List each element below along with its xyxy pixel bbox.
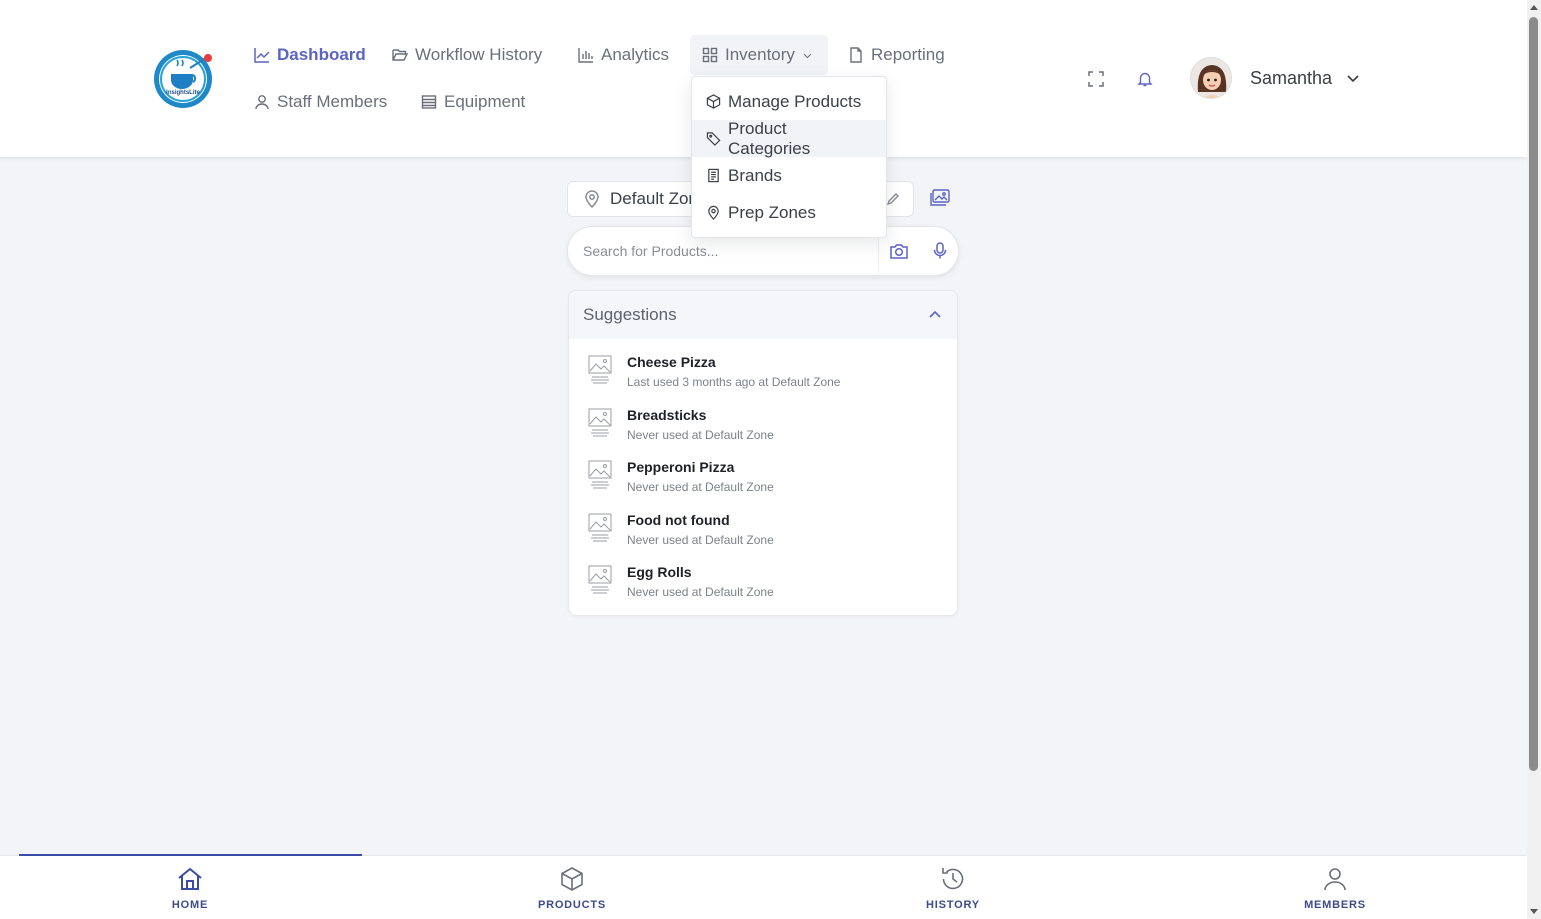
- microphone-icon[interactable]: [932, 241, 948, 261]
- bar-chart-icon: [578, 48, 593, 63]
- nav-staff-members[interactable]: Staff Members: [242, 82, 399, 122]
- fullscreen-icon: [1088, 71, 1104, 87]
- box-icon: [706, 94, 721, 109]
- suggestion-subtitle: Never used at Default Zone: [627, 480, 774, 495]
- suggestion-name: Egg Rolls: [627, 564, 692, 581]
- avatar-portrait-icon: [1191, 58, 1231, 98]
- no-image-icon: [588, 408, 612, 437]
- document-icon: [708, 168, 719, 183]
- menu-item-product-categories[interactable]: Product Categories: [692, 119, 886, 158]
- history-icon: [942, 868, 964, 890]
- tag-icon: [706, 132, 721, 146]
- no-image-icon: [588, 565, 612, 594]
- bottom-tab-label: MEMBERS: [1304, 899, 1366, 911]
- notifications-button[interactable]: [1133, 67, 1157, 91]
- suggestion-item[interactable]: Pepperoni Pizza Never used at Default Zo…: [569, 458, 957, 511]
- bottom-tab-products[interactable]: PRODUCTS: [532, 856, 612, 919]
- bottom-tab-label: PRODUCTS: [537, 899, 607, 911]
- suggestion-name: Cheese Pizza: [627, 354, 716, 370]
- list-icon: [421, 95, 437, 109]
- inventory-dropdown-menu: Manage Products Product Categories Brand…: [691, 76, 887, 238]
- menu-item-brands[interactable]: Brands: [692, 157, 886, 194]
- no-image-icon: [588, 513, 612, 542]
- user-name[interactable]: Samantha: [1250, 68, 1332, 89]
- svg-text:InsightsLite: InsightsLite: [166, 90, 200, 96]
- suggestion-item[interactable]: Food not found Never used at Default Zon…: [569, 511, 957, 564]
- map-pin-icon: [585, 190, 599, 209]
- chevron-down-icon: [803, 53, 812, 58]
- menu-item-prep-zones[interactable]: Prep Zones: [692, 194, 886, 231]
- bottom-tab-home[interactable]: HOME: [170, 856, 210, 919]
- nav-equipment[interactable]: Equipment: [409, 82, 537, 122]
- user-icon: [1324, 868, 1346, 891]
- suggestion-name: Pepperoni Pizza: [627, 459, 735, 476]
- fullscreen-button[interactable]: [1084, 67, 1108, 91]
- no-image-icon: [588, 355, 612, 384]
- suggestion-item[interactable]: Cheese Pizza Last used 3 months ago at D…: [569, 353, 957, 406]
- suggestion-subtitle: Never used at Default Zone: [627, 427, 774, 442]
- camera-icon[interactable]: [889, 241, 909, 261]
- file-icon: [850, 47, 862, 63]
- scroll-up-arrow-icon[interactable]: [1530, 5, 1538, 10]
- suggestion-name: Breadsticks: [627, 406, 707, 423]
- bell-icon: [1137, 72, 1153, 87]
- suggestions-title: Suggestions: [583, 305, 677, 324]
- suggestion-subtitle: Last used 3 months ago at Default Zone: [627, 375, 841, 389]
- scrollbar-thumb[interactable]: [1529, 17, 1538, 771]
- app-logo[interactable]: InsightsLite: [152, 46, 216, 110]
- bottom-tab-members[interactable]: MEMBERS: [1295, 856, 1375, 919]
- nav-dashboard[interactable]: Dashboard: [242, 35, 378, 75]
- nav-analytics[interactable]: Analytics: [566, 35, 681, 75]
- suggestion-subtitle: Never used at Default Zone: [627, 532, 774, 547]
- bottom-navigation: HOME PRODUCTS HISTORY MEMBERS: [0, 854, 1527, 919]
- bottom-tab-label: HOME: [171, 899, 209, 911]
- grid-icon: [702, 47, 718, 63]
- nav-workflow-history[interactable]: Workflow History: [380, 35, 554, 75]
- home-icon: [178, 867, 202, 890]
- box-icon: [561, 867, 583, 891]
- map-pin-icon: [708, 205, 719, 220]
- suggestions-panel: Suggestions Cheese Pizza Last used 3 mon…: [568, 290, 958, 616]
- user-avatar[interactable]: [1190, 57, 1232, 99]
- trend-chart-icon: [254, 48, 270, 63]
- pencil-icon[interactable]: [885, 191, 901, 207]
- chevron-up-icon[interactable]: [927, 307, 943, 323]
- suggestion-item[interactable]: Egg Rolls Never used at Default Zone: [569, 563, 957, 615]
- suggestion-subtitle: Never used at Default Zone: [627, 585, 774, 600]
- nav-inventory[interactable]: Inventory: [690, 35, 828, 75]
- page-scrollbar[interactable]: [1527, 0, 1541, 919]
- scroll-down-arrow-icon[interactable]: [1530, 909, 1538, 914]
- chevron-down-icon[interactable]: [1345, 70, 1361, 86]
- suggestions-list: Cheese Pizza Last used 3 months ago at D…: [569, 339, 957, 615]
- suggestions-header[interactable]: Suggestions: [569, 291, 957, 339]
- suggestion-item[interactable]: Breadsticks Never used at Default Zone: [569, 406, 957, 459]
- menu-item-manage-products[interactable]: Manage Products: [692, 83, 886, 120]
- bottom-tab-history[interactable]: HISTORY: [918, 856, 988, 919]
- bottom-tab-label: HISTORY: [926, 899, 980, 911]
- nav-reporting[interactable]: Reporting: [836, 35, 957, 75]
- no-image-icon: [588, 460, 612, 489]
- suggestion-name: Food not found: [627, 511, 730, 528]
- folder-open-icon: [392, 49, 408, 61]
- user-icon: [255, 95, 269, 110]
- gallery-icon[interactable]: [930, 189, 950, 207]
